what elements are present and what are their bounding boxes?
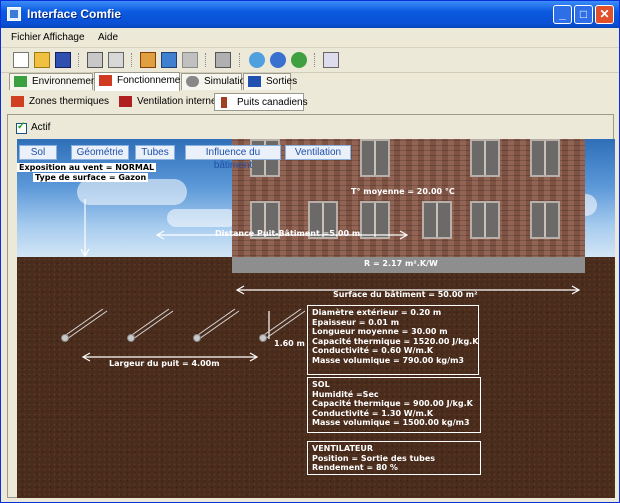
chart-icon[interactable] [161, 52, 177, 68]
thermometer-icon [221, 97, 227, 108]
exposure-label: Exposition au vent = NORMAL [17, 163, 157, 172]
width-label: Largeur du puit = 4.00m [109, 359, 220, 368]
soil-humidity: Humidité =Sec [312, 389, 379, 399]
fan-efficiency: Rendement = 80 % [312, 463, 398, 472]
tab-sorties[interactable]: Sorties [243, 73, 297, 90]
toolbar-separator [239, 53, 241, 67]
menu-bar: Fichier Affichage Aide [1, 29, 619, 48]
new-file-icon[interactable] [13, 52, 29, 68]
menu-affichage[interactable]: Affichage [43, 32, 85, 43]
soil-info-box: SOL Humidité =Sec Capacité thermique = 9… [307, 377, 481, 433]
menu-aide[interactable]: Aide [98, 32, 118, 43]
tab-label: Sorties [266, 76, 298, 87]
toolbar-separator [314, 53, 316, 67]
tab-label: Fonctionnement [117, 75, 189, 86]
tube-capacity: Capacité thermique = 1520.00 J/kg.K [312, 336, 479, 346]
subtab-zones-thermiques[interactable]: Zones thermiques [7, 93, 124, 111]
toolbar-separator [131, 53, 133, 67]
tube-conductivity: Conductivité = 0.60 W/m.K [312, 346, 434, 355]
settings-icon[interactable] [270, 52, 286, 68]
actif-label: Actif [31, 122, 51, 133]
tube-section [193, 334, 201, 342]
print-icon[interactable] [87, 52, 103, 68]
puits-scene: Sol Géométrie Tubes Influence du bâtimen… [17, 139, 615, 498]
soil-title: SOL [312, 380, 330, 389]
zones-icon [11, 96, 24, 107]
tab-simulation[interactable]: Simulation [181, 73, 251, 90]
toolbar-separator [78, 53, 80, 67]
maximize-button[interactable]: □ [574, 5, 593, 24]
title-bar: Interface Comfie _ □ ✕ [1, 1, 619, 28]
scene-tab-influence[interactable]: Influence du bâtiment [185, 145, 281, 171]
window-title: Interface Comfie [27, 7, 122, 21]
building-icon [99, 75, 112, 86]
tube-diameter: Diamètre extérieur = 0.20 m [312, 308, 442, 317]
scene-tab-ventilation[interactable]: Ventilation [285, 145, 351, 160]
depth-label: 1.60 m [274, 339, 305, 348]
scene-tab-tubes[interactable]: Tubes [135, 145, 175, 160]
close-button[interactable]: ✕ [595, 5, 614, 24]
sub-tabs: Zones thermiques Ventilation interne Pui… [7, 93, 613, 113]
fan-title: VENTILATEUR [312, 444, 374, 453]
subtab-puits-canadiens[interactable]: Puits canadiens [214, 93, 308, 111]
surface-type-label: Type de surface = Gazon [33, 173, 149, 182]
tube-info-box: Diamètre extérieur = 0.20 m Epaisseur = … [307, 305, 479, 375]
puits-canadiens-panel: Actif [7, 114, 615, 498]
tab-fonctionnement[interactable]: Fonctionnement [94, 72, 189, 91]
subtab-label: Puits canadiens [237, 97, 308, 108]
tab-label: Environnement [32, 76, 100, 87]
tube-section [61, 334, 69, 342]
menu-fichier[interactable]: Fichier [11, 32, 41, 43]
tab-environnement[interactable]: Environnement [9, 73, 99, 90]
soil-capacity: Capacité thermique = 900.00 J/kg.K [312, 399, 473, 408]
soil-density: Masse volumique = 1500.00 kg/m3 [312, 418, 470, 427]
tube-density: Masse volumique = 790.00 kg/m3 [312, 355, 464, 365]
help-icon[interactable] [323, 52, 339, 68]
temperature-label: T° moyenne = 20.00 °C [351, 187, 455, 196]
scene-tab-geometrie[interactable]: Géométrie [71, 145, 129, 160]
tube-section [259, 334, 267, 342]
tube-length: Longueur moyenne = 30.00 m [312, 327, 448, 336]
tube-section [127, 334, 135, 342]
resistance-label: R = 2.17 m².K/W [364, 259, 438, 268]
soil-conductivity: Conductivité = 1.30 W/m.K [312, 408, 434, 418]
graph-icon[interactable] [182, 52, 198, 68]
fan-position: Position = Sortie des tubes [312, 453, 436, 463]
toolbar [1, 48, 619, 73]
list-icon[interactable] [108, 52, 124, 68]
table-icon [248, 76, 261, 87]
globe-icon[interactable] [249, 52, 265, 68]
tree-icon [14, 76, 27, 87]
actif-checkbox[interactable] [16, 121, 27, 134]
subtab-label: Zones thermiques [29, 96, 110, 107]
app-window: Interface Comfie _ □ ✕ Fichier Affichage… [0, 0, 620, 503]
tools-icon[interactable] [215, 52, 231, 68]
building-surface-label: Surface du bâtiment = 50.00 m² [333, 290, 478, 299]
tube-thickness: Epaisseur = 0.01 m [312, 317, 400, 327]
save-icon[interactable] [55, 52, 71, 68]
clock-icon [186, 76, 199, 87]
house-icon[interactable] [140, 52, 156, 68]
fan-info-box: VENTILATEUR Position = Sortie des tubes … [307, 441, 481, 475]
users-icon[interactable] [291, 52, 307, 68]
subtab-label: Ventilation interne [137, 96, 217, 107]
minimize-button[interactable]: _ [553, 5, 572, 24]
scene-tab-sol[interactable]: Sol [19, 145, 57, 160]
toolbar-separator [205, 53, 207, 67]
distance-label: Distance Puit-Bâtiment =5.00 m [215, 229, 361, 238]
main-tabs: Environnement Fonctionnement Simulation … [1, 72, 619, 91]
app-icon [7, 7, 21, 21]
open-folder-icon[interactable] [34, 52, 50, 68]
ventilation-icon [119, 96, 132, 107]
